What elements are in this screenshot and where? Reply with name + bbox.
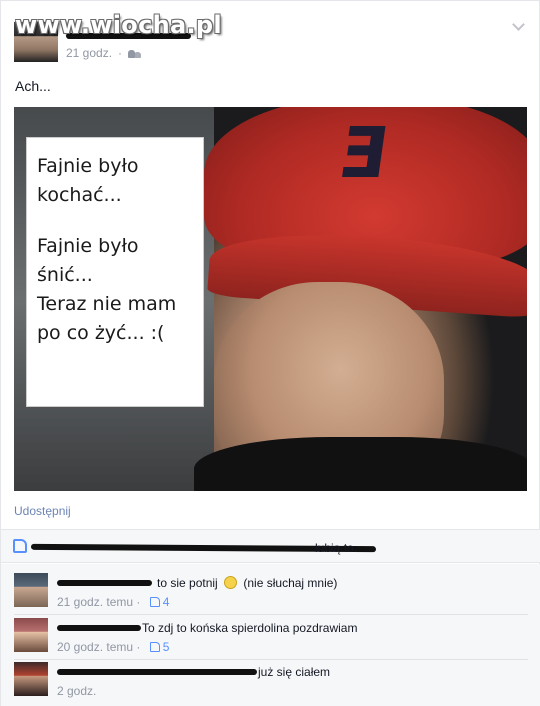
friends-audience-icon[interactable] [128,49,142,58]
commenter-avatar[interactable] [14,573,48,607]
caption-line: po co żyć... :( [37,322,165,344]
comment-text: To zdj to końska spierdolina pozdrawiam [142,621,358,635]
chevron-down-icon[interactable] [512,18,525,31]
smiley-icon [224,576,238,589]
comment-like-count[interactable]: 5 [163,640,170,654]
commenter-name-redacted [57,625,141,631]
post-photo[interactable]: Ǝ Fajnie było kochać... Fajnie było śnić… [14,107,527,491]
caption-line: Fajnie było [37,235,139,257]
comment-text-main: to sie potnij [157,576,218,590]
comment-meta: 2 godz. [57,684,96,698]
comment-time[interactable]: 2 godz. [57,684,96,698]
comment: już się ciałem 2 godz. [1,662,540,706]
comment-divider [14,659,528,660]
likes-bar: lubią to. [1,529,540,563]
comment-time[interactable]: 21 godz. temu [57,595,133,609]
caption-line: kochać... [37,184,122,206]
caption-line: śnić... [37,264,93,286]
image-caption-box: Fajnie było kochać... Fajnie było śnić..… [26,137,204,407]
comment-text-after: (nie słuchaj mnie) [243,576,338,590]
comments-section: to sie potnij (nie słuchaj mnie) 21 godz… [1,564,540,706]
comment-text: to sie potnij (nie słuchaj mnie) [157,576,337,590]
caption-line: Fajnie było [37,155,139,177]
post-timestamp[interactable]: 21 godz. [66,46,112,60]
comment-text: już się ciałem [258,665,331,679]
like-thumb-icon [13,539,27,553]
post-meta: 21 godz. · [66,46,142,60]
commenter-avatar[interactable] [14,618,48,652]
comment: To zdj to końska spierdolina pozdrawiam … [1,618,540,663]
post-text: Ach... [15,78,51,94]
commenter-avatar[interactable] [14,662,48,696]
facebook-post: www.wiocha.pl 21 godz. · Ach... Ǝ Fajnie… [0,0,540,706]
likes-suffix: lubią to. [315,541,358,555]
comment-meta: 20 godz. temu · 5 [57,640,170,654]
like-thumb-icon[interactable] [149,642,160,652]
share-link[interactable]: Udostępnij [14,504,71,518]
site-watermark: www.wiocha.pl [15,11,222,39]
comment-like-count[interactable]: 4 [163,595,170,609]
like-thumb-icon[interactable] [149,597,160,607]
comment: to sie potnij (nie słuchaj mnie) 21 godz… [1,573,540,618]
comment-time[interactable]: 20 godz. temu [57,640,133,654]
caption-line: Teraz nie mam [37,293,177,315]
comment-divider [14,614,528,615]
comment-meta: 21 godz. temu · 4 [57,595,170,609]
commenter-name-redacted [57,580,152,586]
shirt [194,437,527,491]
commenter-name-redacted [57,669,257,675]
